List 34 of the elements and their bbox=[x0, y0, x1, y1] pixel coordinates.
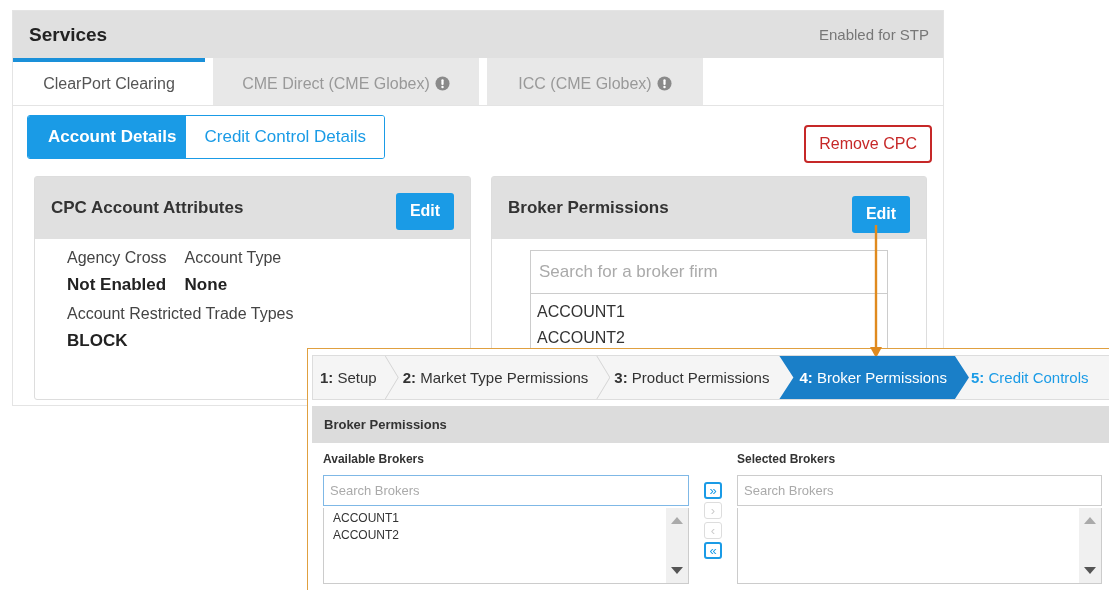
wizard-step[interactable]: 1: Setup bbox=[313, 356, 399, 399]
search-field[interactable]: Search for a broker firm bbox=[530, 250, 888, 294]
column-label: Selected Brokers bbox=[737, 452, 837, 468]
column-label: Available Brokers bbox=[323, 452, 425, 468]
wizard-step[interactable]: 2: Market Type Permissions bbox=[398, 356, 611, 399]
search-field[interactable]: Search Brokers bbox=[323, 475, 689, 506]
scroll-down-icon[interactable] bbox=[671, 567, 683, 575]
search-field[interactable]: Search Brokers bbox=[737, 475, 1102, 506]
field-label: Account Restricted Trade Types bbox=[67, 305, 294, 323]
list-item[interactable]: ACCOUNT2 bbox=[537, 328, 881, 348]
view-toggle[interactable]: Account Details bbox=[28, 116, 187, 158]
wizard-step[interactable]: 4: Broker Permissions bbox=[779, 356, 969, 399]
field-value: None bbox=[184, 275, 229, 295]
edit-button[interactable]: Edit bbox=[396, 192, 454, 230]
card-title: CPC Account Attributes bbox=[51, 198, 244, 218]
scroll-down-icon[interactable] bbox=[1084, 567, 1096, 575]
status-text: Enabled for STP bbox=[818, 26, 929, 43]
list-item[interactable]: ACCOUNT2 bbox=[333, 527, 657, 544]
tab[interactable]: CME Direct (CME Globex) bbox=[213, 58, 479, 105]
transfer-button[interactable]: « bbox=[704, 542, 722, 559]
field-value: Not Enabled bbox=[67, 275, 167, 295]
wizard-step[interactable]: 5: Credit Controls bbox=[968, 356, 1089, 399]
section-header: Broker Permissions bbox=[312, 406, 1109, 443]
field-label: Agency Cross bbox=[67, 249, 167, 267]
list-item[interactable]: ACCOUNT1 bbox=[537, 302, 881, 322]
panel-title: Services bbox=[29, 23, 108, 46]
list-item[interactable]: ACCOUNT1 bbox=[333, 510, 657, 527]
transfer-button[interactable]: » bbox=[704, 482, 722, 499]
field-label: Account Type bbox=[184, 249, 282, 267]
card-title: Broker Permissions bbox=[508, 198, 669, 218]
tab[interactable]: ICC (CME Globex) bbox=[487, 58, 703, 105]
edit-button[interactable]: Edit bbox=[852, 195, 910, 233]
field-value: BLOCK bbox=[67, 331, 129, 351]
remove-button[interactable]: Remove CPC bbox=[804, 125, 932, 163]
